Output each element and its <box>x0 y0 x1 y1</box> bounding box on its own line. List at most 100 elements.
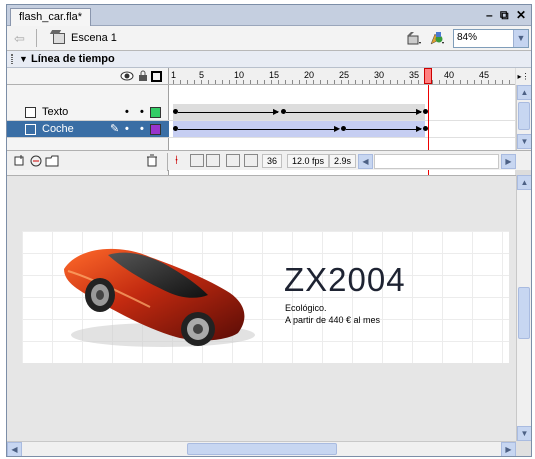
ruler-tick <box>292 80 293 84</box>
add-layer-icon[interactable] <box>13 154 27 167</box>
ruler-tick <box>509 80 510 84</box>
ruler-tick <box>257 80 258 84</box>
ruler-tick <box>446 80 447 84</box>
timeline-title: ▼ Línea de tiempo <box>19 53 115 65</box>
ruler-tick <box>250 80 251 84</box>
divider <box>36 29 37 47</box>
back-arrow-icon[interactable]: ⇦ <box>14 31 25 47</box>
ruler-tick <box>467 80 468 84</box>
ruler-tick <box>411 80 412 84</box>
ruler-tick <box>208 80 209 84</box>
brand-title: ZX2004 <box>284 261 406 298</box>
tween-line <box>346 129 421 130</box>
ruler-tick <box>229 80 230 84</box>
divider <box>167 153 168 171</box>
eye-icon[interactable] <box>120 71 134 81</box>
ruler-tick <box>383 80 384 84</box>
lock-dot[interactable]: • <box>140 106 144 118</box>
edit-scene-icon[interactable] <box>406 30 422 46</box>
chevron-down-icon[interactable]: ▼ <box>513 30 528 47</box>
tween-arrow-icon: ▶ <box>334 124 341 133</box>
price-text: A partir de 440 € al mes <box>285 315 381 325</box>
ruler-number: 5 <box>199 70 205 80</box>
ruler-tick <box>404 80 405 84</box>
scroll-left-icon[interactable]: ◀ <box>358 154 373 169</box>
visibility-dot[interactable]: • <box>125 123 129 135</box>
layer-page-icon <box>25 107 36 118</box>
stage[interactable]: ZX2004 Ecológico. A partir de 440 € al m… <box>22 231 509 363</box>
elapsed-time: 2.9s <box>329 154 357 168</box>
timeline-header[interactable]: ▼ Línea de tiempo <box>7 51 531 68</box>
scroll-right-icon[interactable]: ▶ <box>501 442 516 456</box>
minimize-icon[interactable]: – <box>486 8 493 22</box>
timeline-horizontal-scrollbar[interactable] <box>374 154 499 169</box>
center-frame-icon[interactable]: ⍿ <box>175 153 178 168</box>
ruler-tick <box>341 80 342 84</box>
onion-skin-icon[interactable] <box>190 154 204 167</box>
ruler-tick <box>376 80 377 84</box>
layer-name[interactable]: Texto <box>42 106 68 118</box>
ruler-tick <box>285 80 286 84</box>
car-image[interactable] <box>58 237 258 353</box>
scroll-down-icon[interactable]: ▼ <box>517 134 531 149</box>
close-icon[interactable]: ✕ <box>516 8 526 22</box>
lock-dot[interactable]: • <box>140 123 144 135</box>
timeline-vertical-scrollbar[interactable]: ▲ ▼ <box>516 85 531 150</box>
scroll-up-icon[interactable]: ▲ <box>517 85 531 100</box>
layer-outline-color[interactable] <box>150 124 161 135</box>
ruler-tick <box>418 80 419 84</box>
stage-horizontal-scrollbar[interactable]: ◀ ▶ <box>7 441 516 456</box>
onion-outline-icon[interactable] <box>206 154 220 167</box>
layer-outline-color[interactable] <box>150 107 161 118</box>
ruler-tick <box>432 80 433 84</box>
grip-handle[interactable] <box>11 54 13 64</box>
ruler-number: 20 <box>304 70 315 80</box>
layer-name[interactable]: Coche <box>42 123 74 135</box>
scene-label[interactable]: Escena 1 <box>71 32 117 44</box>
ruler-tick <box>334 80 335 84</box>
tween-line <box>178 112 278 113</box>
visibility-dot[interactable]: • <box>125 106 129 118</box>
frame-row-texto[interactable]: ▶ ▶ <box>169 104 515 121</box>
playhead[interactable] <box>424 68 432 84</box>
scroll-up-icon[interactable]: ▲ <box>517 175 531 190</box>
stage-vertical-scrollbar[interactable]: ▲ ▼ <box>516 175 531 441</box>
zoom-value: 84% <box>457 32 478 43</box>
zoom-select[interactable]: 84% ▼ <box>453 29 529 48</box>
tween-line <box>178 129 338 130</box>
onion-markers-icon[interactable] <box>244 154 258 167</box>
scroll-thumb[interactable] <box>187 443 337 455</box>
timeline-status-bar: ⍿ 36 12.0 fps 2.9s ◀ ▶ <box>7 150 531 171</box>
scroll-thumb[interactable] <box>518 287 530 339</box>
scroll-left-icon[interactable]: ◀ <box>7 442 22 456</box>
ruler-tick <box>264 80 265 84</box>
add-guide-icon[interactable] <box>29 154 43 167</box>
ruler-tick <box>222 80 223 84</box>
layer-row-coche[interactable]: Coche ✎ • • <box>7 121 169 138</box>
timeline-menu-icon[interactable]: ▸⋮ <box>516 68 531 85</box>
frame-row-coche[interactable]: ▶ ▶ <box>169 121 515 138</box>
edit-symbol-icon[interactable] <box>429 30 445 46</box>
layer-row-texto[interactable]: Texto • • <box>7 104 169 121</box>
scroll-thumb[interactable] <box>518 102 530 130</box>
scroll-down-icon[interactable]: ▼ <box>517 426 531 441</box>
ruler-tick <box>348 80 349 84</box>
scroll-right-icon[interactable]: ▶ <box>501 154 516 169</box>
edit-multiple-icon[interactable] <box>226 154 240 167</box>
ruler-tick <box>453 80 454 84</box>
ruler-number: 40 <box>444 70 455 80</box>
outline-icon[interactable] <box>151 71 162 82</box>
frame-rate: 12.0 fps <box>287 154 330 168</box>
restore-icon[interactable]: ⧉ <box>500 8 509 23</box>
layer-page-icon <box>25 124 36 135</box>
trash-icon[interactable] <box>146 154 158 167</box>
stage-area: ZX2004 Ecológico. A partir de 440 € al m… <box>7 175 516 441</box>
frame-ruler[interactable]: 1 5 10 15 20 25 30 35 40 45 <box>169 68 515 85</box>
lock-icon[interactable] <box>138 70 148 82</box>
collapse-triangle-icon[interactable]: ▼ <box>19 54 28 64</box>
ruler-tick <box>236 80 237 84</box>
add-folder-icon[interactable] <box>45 154 59 167</box>
tween-line <box>286 112 421 113</box>
ruler-number: 1 <box>171 70 177 80</box>
document-tab[interactable]: flash_car.fla* <box>10 8 91 27</box>
